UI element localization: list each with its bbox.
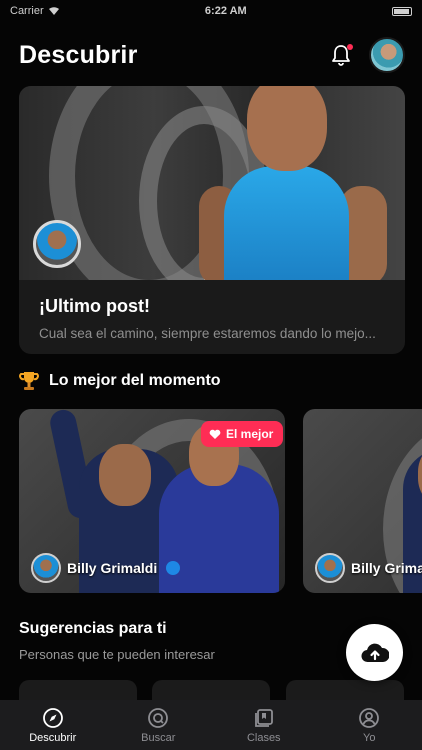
best-badge: El mejor: [201, 421, 284, 447]
notification-dot: [347, 44, 353, 50]
best-badge-label: El mejor: [226, 427, 274, 441]
carrier-label: Carrier: [10, 5, 44, 17]
profile-icon: [359, 707, 380, 728]
best-card[interactable]: El mejor Billy Grimaldi: [19, 409, 285, 593]
best-section-title: Lo mejor del momento: [49, 372, 221, 389]
suggestions-title: Sugerencias para ti: [19, 620, 167, 637]
best-section-header: Lo mejor del momento: [19, 370, 221, 392]
best-carousel[interactable]: El mejor Billy Grimaldi Billy Grima: [19, 409, 422, 593]
heart-icon: [209, 429, 221, 439]
user-avatar: [31, 553, 61, 583]
tab-clases[interactable]: Clases: [211, 700, 317, 750]
card-user[interactable]: Billy Grima: [315, 553, 422, 583]
page-title: Descubrir: [19, 40, 138, 69]
post-author-avatar[interactable]: [33, 220, 81, 268]
trophy-icon: [19, 372, 39, 390]
tab-label: Descubrir: [29, 731, 77, 744]
tab-label: Yo: [363, 731, 376, 744]
latest-post-card[interactable]: ¡Ultimo post! Cual sea el camino, siempr…: [19, 86, 405, 354]
compass-icon: [42, 707, 63, 728]
latest-post-caption: Cual sea el camino, siempre estaremos da…: [39, 326, 376, 341]
best-card[interactable]: Billy Grima: [303, 409, 422, 593]
tab-label: Buscar: [141, 731, 176, 744]
status-time: 6:22 AM: [204, 5, 247, 17]
status-bar: Carrier 6:22 AM: [0, 0, 422, 22]
tab-yo[interactable]: Yo: [317, 700, 422, 750]
battery-icon: [392, 6, 412, 16]
tab-buscar[interactable]: Buscar: [106, 700, 212, 750]
search-icon: [148, 707, 169, 728]
card-user[interactable]: Billy Grimaldi: [31, 553, 181, 583]
cloud-upload-icon: [361, 643, 389, 662]
user-avatar: [315, 553, 345, 583]
upload-button[interactable]: [346, 624, 403, 681]
library-icon: [254, 708, 273, 727]
tab-descubrir[interactable]: Descubrir: [0, 700, 106, 750]
user-name: Billy Grima: [351, 560, 422, 576]
header-actions: [329, 37, 405, 73]
header: Descubrir: [19, 37, 405, 73]
latest-post-title: ¡Ultimo post!: [39, 296, 150, 316]
tab-label: Clases: [246, 731, 281, 744]
verified-icon: [166, 561, 181, 575]
wifi-icon: [48, 7, 59, 15]
user-name: Billy Grimaldi: [67, 560, 158, 576]
suggestions-subtitle: Personas que te pueden interesar: [19, 647, 215, 662]
tab-bar: Descubrir Buscar Clases Yo: [0, 700, 422, 750]
status-left: Carrier: [10, 5, 60, 17]
notifications-button[interactable]: [329, 43, 353, 67]
profile-avatar[interactable]: [369, 37, 405, 73]
